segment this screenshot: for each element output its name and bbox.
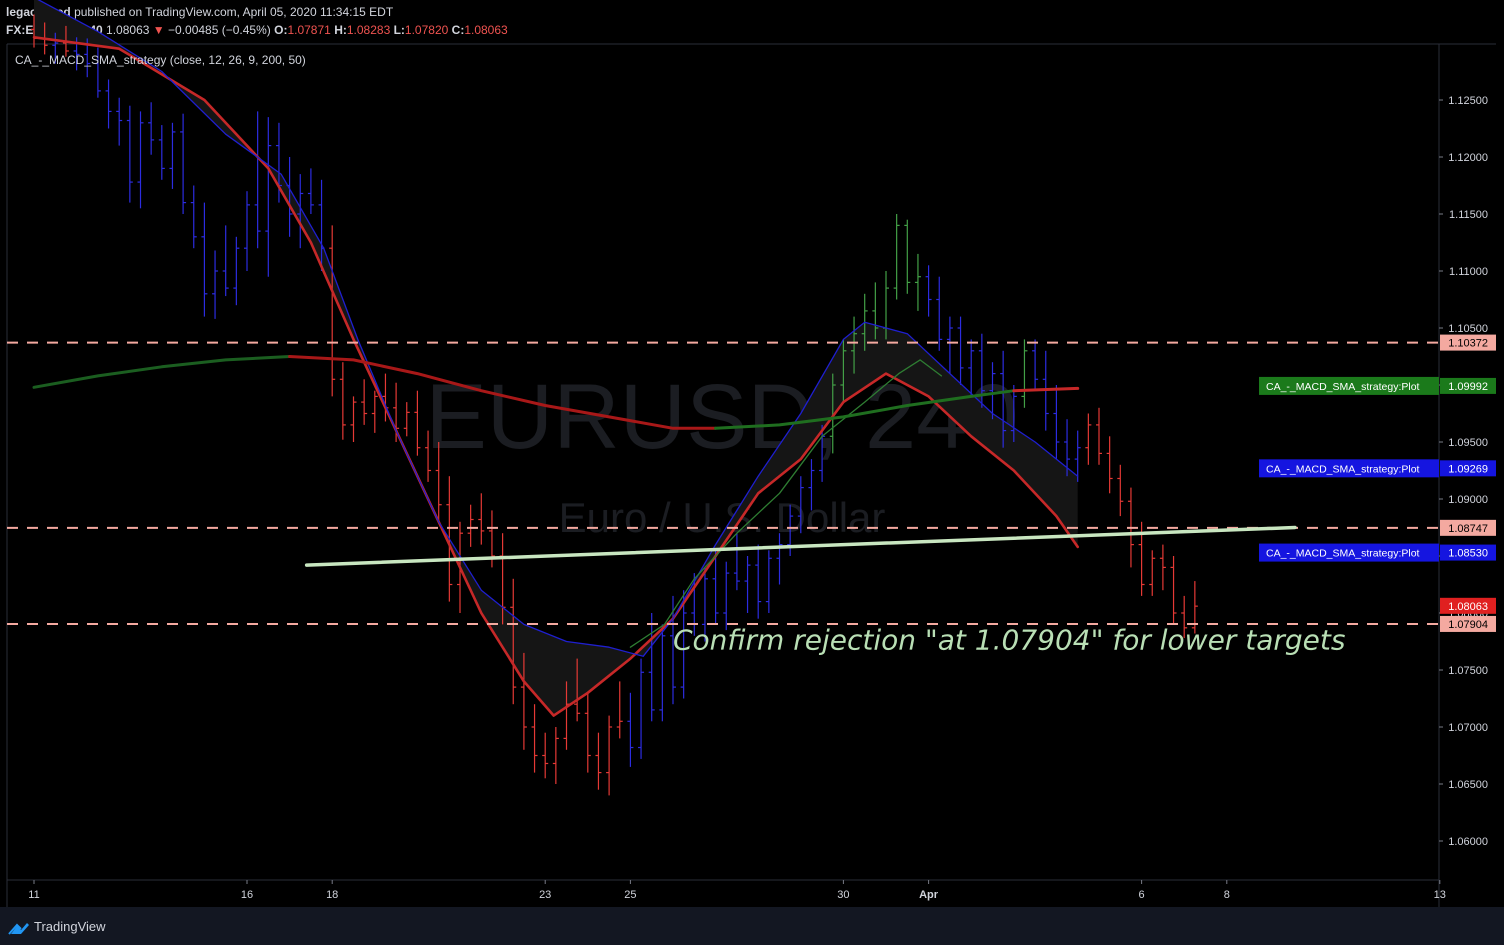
- annotation-text: Confirm rejection "at 1.07904" for lower…: [673, 623, 1345, 656]
- x-tick-label: 6: [1139, 889, 1145, 901]
- x-tick-label: 8: [1224, 889, 1230, 901]
- cloud-icon: [8, 922, 29, 935]
- y-tick-label: 1.06000: [1448, 836, 1488, 848]
- y-tick-label: 1.11000: [1449, 266, 1488, 278]
- x-tick-label: 16: [241, 889, 253, 901]
- level-price-label: 1.08747: [1448, 523, 1488, 535]
- x-tick-label: 18: [326, 889, 338, 901]
- y-tick-label: 1.09000: [1448, 494, 1488, 506]
- plot-tag-label: CA_-_MACD_SMA_strategy:Plot: [1266, 548, 1420, 560]
- x-tick-label: 13: [1434, 889, 1446, 901]
- y-tick-label: 1.09500: [1448, 437, 1488, 449]
- y-tick-label: 1.07500: [1448, 665, 1488, 677]
- y-tick-label: 1.12500: [1448, 95, 1488, 107]
- x-tick-label: 11: [28, 889, 39, 901]
- plot-price-label: 1.08530: [1448, 548, 1488, 560]
- x-tick-label: 25: [624, 889, 636, 901]
- y-tick-label: 1.06500: [1448, 779, 1488, 791]
- x-tick-label: Apr: [919, 889, 939, 901]
- price-chart[interactable]: EURUSD, 240Euro / U.S. DollarConfirm rej…: [0, 0, 1504, 907]
- y-tick-label: 1.07000: [1448, 722, 1488, 734]
- x-tick-label: 30: [837, 889, 849, 901]
- brand-name: TradingView: [34, 919, 106, 934]
- y-tick-label: 1.10500: [1448, 323, 1488, 335]
- plot-price-label: 1.09992: [1448, 381, 1488, 393]
- plot-price-label: 1.08063: [1448, 601, 1488, 613]
- level-price-label: 1.10372: [1448, 338, 1488, 350]
- plot-tag-label: CA_-_MACD_SMA_strategy:Plot: [1266, 463, 1420, 475]
- indicator-legend[interactable]: CA_-_MACD_SMA_strategy (close, 12, 26, 9…: [15, 53, 306, 67]
- footer-bar: TradingView: [0, 907, 1504, 945]
- plot-tag-label: CA_-_MACD_SMA_strategy:Plot: [1266, 381, 1420, 393]
- plot-price-label: 1.09269: [1448, 463, 1488, 475]
- y-tick-label: 1.12000: [1448, 152, 1488, 164]
- level-price-label: 1.07904: [1448, 619, 1488, 631]
- y-tick-label: 1.11500: [1449, 209, 1488, 221]
- x-tick-label: 23: [539, 889, 551, 901]
- tradingview-logo[interactable]: TradingView: [8, 919, 106, 935]
